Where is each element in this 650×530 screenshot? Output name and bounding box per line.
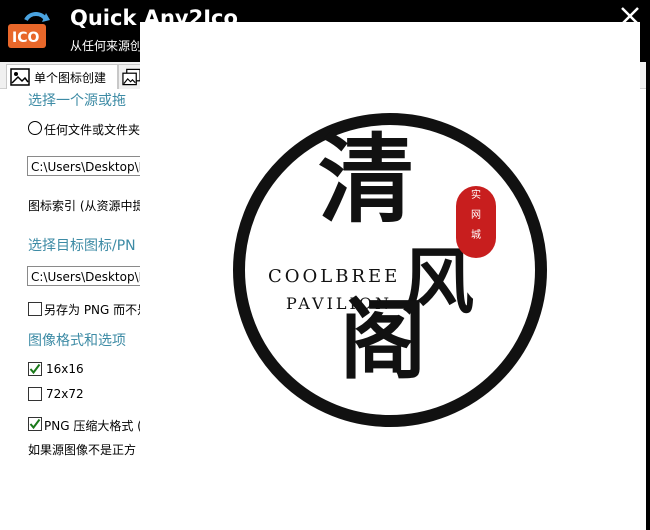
images-icon	[122, 68, 141, 86]
source-path-input[interactable]: C:\Users\Desktop\IC	[27, 156, 147, 176]
section-source-title: 选择一个源或拖	[28, 93, 126, 109]
size-16-label: 16x16	[46, 362, 84, 376]
svg-text:ICO: ICO	[12, 30, 39, 46]
checkmark-icon	[29, 363, 41, 375]
seal-char: 网	[471, 210, 481, 221]
size-16-checkbox[interactable]	[28, 362, 42, 376]
seal-char: 实	[471, 190, 481, 201]
png-compress-checkbox[interactable]	[28, 417, 42, 431]
app-subtitle: 从任何来源创	[70, 39, 143, 53]
save-png-checkbox[interactable]	[28, 302, 42, 316]
save-png-label: 另存为 PNG 而不是	[44, 303, 150, 317]
checkmark-icon	[29, 418, 41, 430]
size-72-checkbox[interactable]	[28, 387, 42, 401]
section-format-title: 图像格式和选项	[28, 333, 126, 349]
png-compress-label: PNG 压缩大格式 (	[44, 419, 142, 433]
non-square-label: 如果源图像不是正方	[28, 443, 137, 457]
app-window: ICO Quick Any2Ico 从任何来源创 单个图标创建 选择一个源或拖 …	[0, 0, 650, 530]
size-72-label: 72x72	[46, 387, 84, 401]
image-icon	[10, 68, 30, 86]
seal-char: 城	[471, 230, 481, 241]
logo-char-ge: 阁	[340, 290, 426, 391]
red-seal-stamp: 实 网 城	[456, 186, 496, 258]
target-path-input[interactable]: C:\Users\Desktop\IC	[27, 266, 147, 286]
logo-char-qing: 清	[318, 123, 414, 236]
tab-single-icon[interactable]: 单个图标创建	[6, 64, 118, 89]
logo-text-coolbree: COOLBREE	[268, 266, 401, 287]
section-target-title: 选择目标图标/PN	[28, 238, 136, 254]
radio-any-file[interactable]	[28, 121, 42, 135]
tab-single-icon-label: 单个图标创建	[34, 70, 107, 85]
radio-any-file-label: 任何文件或文件夹	[44, 123, 141, 137]
icon-index-label: 图标索引 (从资源中提	[28, 199, 145, 213]
app-ico-icon: ICO	[8, 12, 50, 48]
